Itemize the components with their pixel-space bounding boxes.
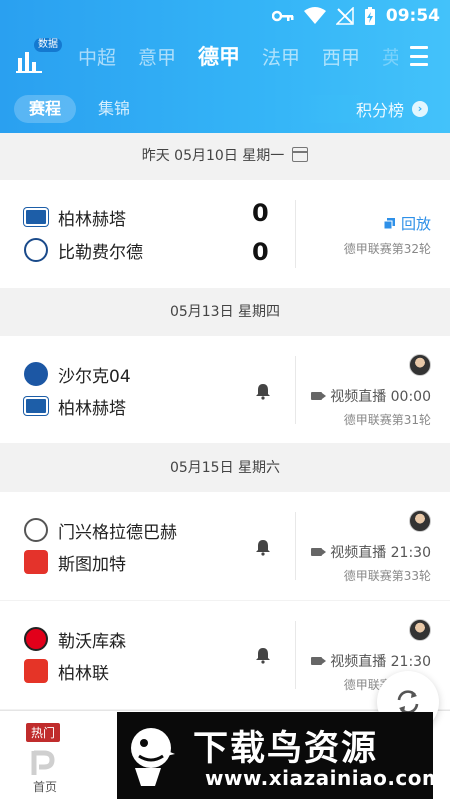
standings-link[interactable]: 积分榜 ›	[356, 95, 429, 123]
home-score: 0	[252, 199, 269, 227]
home-team: 门兴格拉德巴赫	[24, 516, 177, 544]
menu-icon[interactable]	[410, 46, 428, 66]
tab-premier-league[interactable]: 英	[382, 41, 398, 74]
league-tabs: 中超 意甲 德甲 法甲 西甲英	[78, 40, 398, 74]
away-team: 柏林联	[24, 657, 109, 685]
home-team: 沙尔克04	[24, 360, 131, 388]
status-bar: 09:54	[271, 4, 440, 28]
tab-ligue-1[interactable]: 法甲	[262, 41, 300, 74]
live-stream-info[interactable]: 视频直播 21:30	[311, 542, 431, 562]
match-card[interactable]: 沙尔克04 柏林赫塔 视频直播 00:00 德甲联赛第31轮	[0, 336, 450, 443]
bell-icon[interactable]	[254, 538, 272, 556]
round-label: 德甲联赛第33轮	[343, 569, 431, 583]
video-camera-icon	[311, 548, 327, 556]
tab-serie-a[interactable]: 意甲	[138, 41, 176, 74]
replay-button[interactable]: 回放	[383, 213, 431, 234]
date-header: 昨天 05月10日 星期一	[0, 133, 450, 179]
tab-bundesliga[interactable]: 德甲	[198, 40, 240, 74]
stuttgart-logo-icon	[24, 550, 48, 574]
tab-csl[interactable]: 中超	[78, 41, 116, 74]
calendar-icon[interactable]	[292, 147, 309, 162]
top-header: 09:54 数据 中超 意甲 德甲 法甲 西甲英 赛程 集锦 积分榜 ›	[0, 0, 450, 133]
away-team: 柏林赫塔	[24, 392, 126, 420]
wifi-icon	[303, 7, 326, 24]
live-stream-info[interactable]: 视频直播 00:00	[311, 386, 431, 406]
subtab-highlights[interactable]: 集锦	[98, 95, 130, 123]
round-label: 德甲联赛第32轮	[343, 242, 431, 256]
data-button[interactable]: 数据	[12, 38, 64, 74]
schalke-logo-icon	[24, 362, 48, 386]
date-header: 05月13日 星期四	[0, 289, 450, 335]
leverkusen-logo-icon	[24, 627, 48, 651]
avatar	[409, 619, 431, 641]
chevron-right-icon: ›	[412, 101, 429, 117]
avatar	[409, 354, 431, 376]
status-time: 09:54	[385, 6, 440, 26]
watermark-banner: 下载鸟资源 www.xiazainiao.com	[117, 712, 443, 799]
home-tab-label[interactable]: 首页	[33, 778, 57, 795]
gladbach-logo-icon	[24, 518, 48, 542]
bell-icon[interactable]	[254, 382, 272, 400]
away-team: 比勒费尔德	[24, 236, 143, 264]
avatar	[409, 510, 431, 532]
standings-label: 积分榜	[356, 101, 405, 120]
match-card[interactable]: 门兴格拉德巴赫 斯图加特 视频直播 21:30 德甲联赛第33轮	[0, 492, 450, 600]
home-team: 勒沃库森	[24, 625, 126, 653]
subtab-schedule[interactable]: 赛程	[14, 95, 76, 123]
video-camera-icon	[311, 392, 327, 400]
hertha-logo-icon	[24, 397, 48, 415]
watermark-url: www.xiazainiao.com	[205, 766, 444, 790]
hertha-logo-icon	[24, 208, 48, 226]
round-label: 德甲联赛第31轮	[343, 413, 431, 427]
battery-charging-icon	[364, 7, 375, 25]
bielefeld-logo-icon	[24, 238, 48, 262]
union-berlin-logo-icon	[24, 659, 48, 683]
bell-icon[interactable]	[254, 646, 272, 664]
match-card[interactable]: 柏林赫塔 比勒费尔德 0 0 回放 德甲联赛第32轮	[0, 180, 450, 288]
date-header: 05月15日 星期六	[0, 445, 450, 491]
watermark-title: 下载鸟资源	[193, 729, 379, 769]
away-team: 斯图加特	[24, 548, 126, 576]
tab-la-liga[interactable]: 西甲	[322, 41, 360, 74]
signal-off-icon	[335, 7, 354, 25]
bird-logo-icon	[131, 728, 175, 786]
home-icon[interactable]	[30, 749, 56, 777]
key-icon	[271, 10, 294, 22]
video-camera-icon	[311, 657, 327, 665]
video-copy-icon	[383, 218, 395, 229]
hot-badge: 热门	[26, 723, 61, 742]
data-badge: 数据	[34, 38, 62, 52]
home-team: 柏林赫塔	[24, 203, 126, 231]
live-stream-info[interactable]: 视频直播 21:30	[311, 651, 431, 671]
away-score: 0	[252, 238, 269, 266]
